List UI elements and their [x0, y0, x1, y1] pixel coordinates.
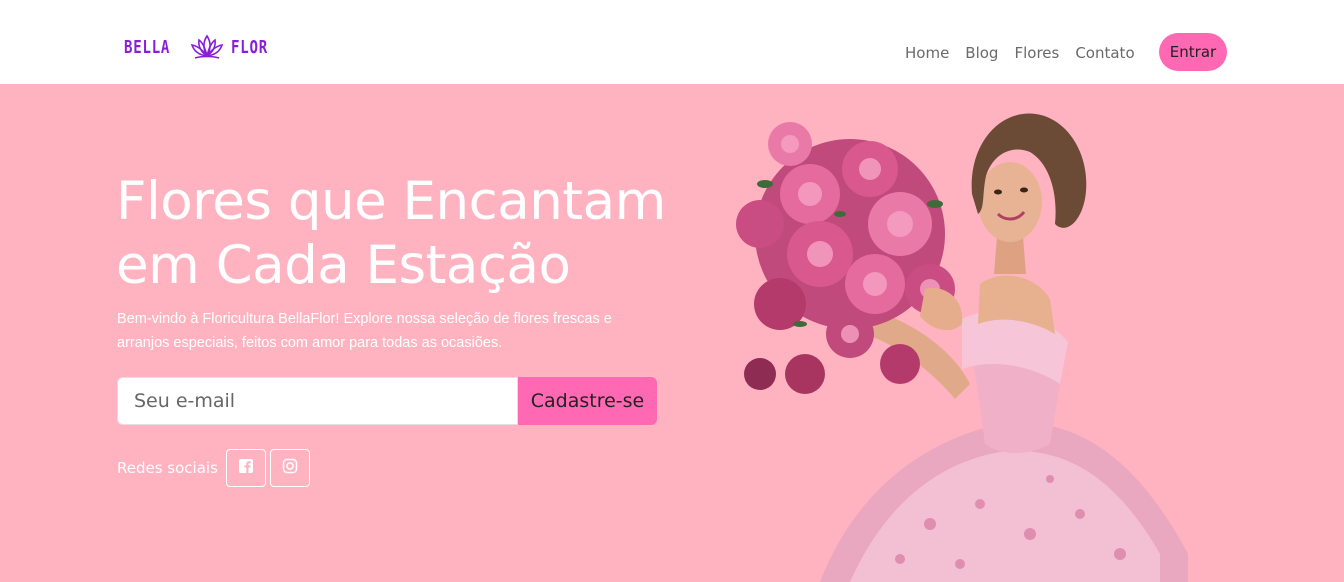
facebook-icon: [238, 458, 254, 479]
newsletter-form: Cadastre-se: [117, 377, 657, 425]
social-links: Redes sociais: [117, 449, 310, 487]
nav-blog[interactable]: Blog: [965, 44, 998, 62]
main-nav: Home Blog Flores Contato: [905, 44, 1135, 62]
top-navbar: BELLA FLOR Home Blog Flores Contato Entr…: [0, 0, 1344, 84]
nav-flores[interactable]: Flores: [1014, 44, 1059, 62]
hero-illustration-woman-with-bouquet: [700, 84, 1200, 582]
hero-title: Flores que Encantam em Cada Estação: [116, 170, 676, 298]
lotus-icon: [189, 34, 225, 60]
nav-contato[interactable]: Contato: [1075, 44, 1134, 62]
hero-description: Bem-vindo à Floricultura BellaFlor! Expl…: [117, 311, 612, 351]
hero-section: Flores que Encantam em Cada Estação Bem-…: [0, 84, 1344, 582]
hero-title-line-1: Flores que Encantam: [116, 171, 666, 232]
enter-button[interactable]: Entrar: [1159, 33, 1227, 71]
signup-button[interactable]: Cadastre-se: [518, 377, 657, 425]
instagram-icon: [282, 458, 298, 479]
nav-home[interactable]: Home: [905, 44, 949, 62]
instagram-button[interactable]: [269, 449, 310, 487]
facebook-button[interactable]: [225, 449, 266, 487]
brand-right-word: FLOR: [231, 36, 269, 58]
brand-left-word: BELLA: [124, 36, 171, 58]
hero-title-line-2: em Cada Estação: [116, 235, 571, 296]
social-label: Redes sociais: [117, 459, 218, 477]
brand-logo[interactable]: BELLA FLOR: [124, 34, 279, 60]
email-input[interactable]: [117, 377, 518, 425]
